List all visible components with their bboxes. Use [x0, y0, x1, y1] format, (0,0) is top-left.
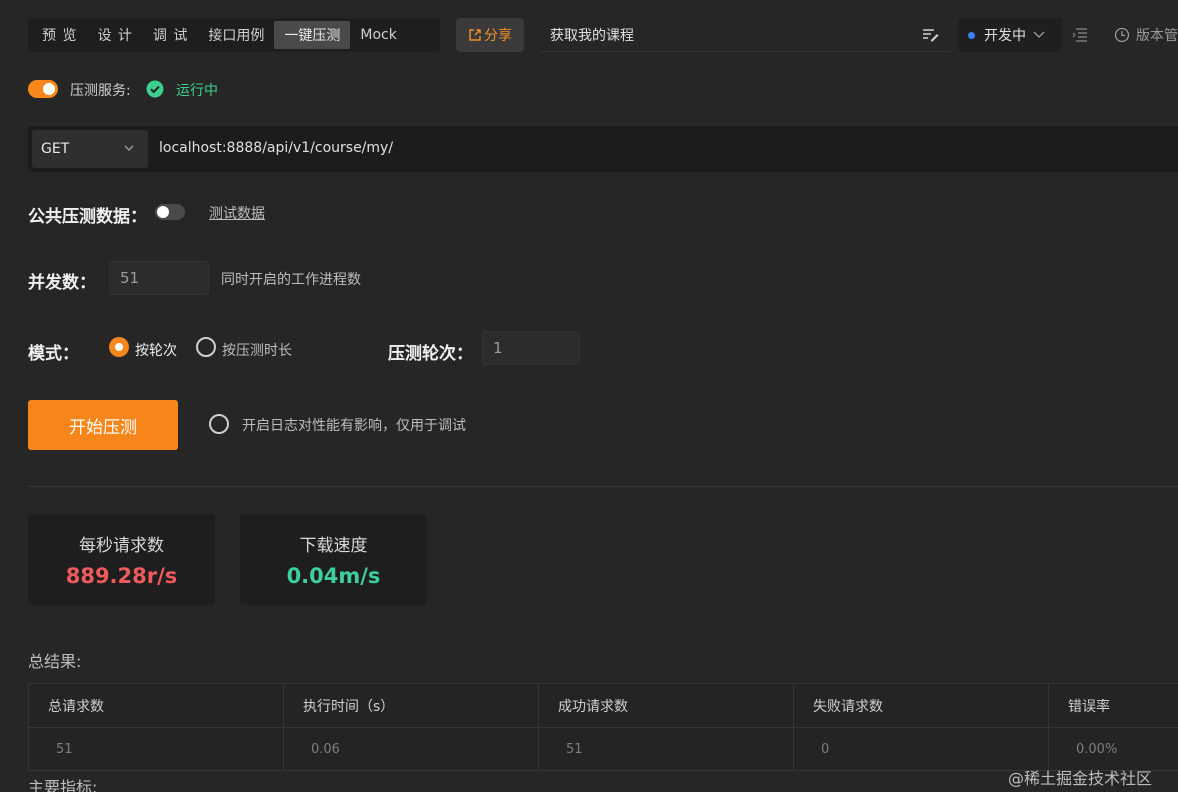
table-cell: 51 [539, 728, 794, 770]
metrics-label: 主要指标: [28, 778, 98, 792]
edit-icon[interactable] [922, 27, 940, 43]
api-title: 获取我的课程 [550, 27, 634, 44]
column-header: 错误率 [1068, 698, 1110, 715]
download-speed-title: 下载速度 [299, 536, 368, 556]
mode-by-rounds-label[interactable]: 按轮次 [135, 340, 177, 360]
service-label: 压测服务: [70, 83, 131, 99]
results-label: 总结果: [28, 652, 82, 671]
mode-by-duration-label[interactable]: 按压测时长 [222, 340, 292, 360]
download-speed-card: 下载速度 0.04m/s [240, 514, 427, 605]
version-management[interactable]: 版本管 [1114, 18, 1178, 52]
mode-by-duration-radio[interactable] [196, 337, 216, 357]
rounds-label: 压测轮次： [388, 344, 473, 364]
column-header: 失败请求数 [794, 684, 1049, 727]
column-header: 总请求数 [29, 684, 284, 727]
table-cell: 0.00% [1076, 741, 1118, 757]
rounds-input[interactable]: 1 [482, 331, 580, 365]
api-title-field[interactable]: 获取我的课程 [540, 18, 950, 52]
tab-test-cases[interactable]: 接口用例 [198, 21, 274, 49]
rps-value: 889.28r/s [65, 564, 178, 588]
download-speed-value: 0.04m/s [286, 564, 381, 588]
public-data-toggle[interactable] [155, 204, 185, 220]
version-label: 版本管 [1136, 28, 1178, 44]
method-select[interactable]: GET [32, 130, 148, 168]
tab-mock[interactable]: Mock [350, 21, 406, 49]
concurrency-label: 并发数： [28, 273, 96, 293]
service-status: 运行中 [176, 83, 218, 99]
test-data-link[interactable]: 测试数据 [209, 203, 265, 223]
tab-preview[interactable]: 预 览 [32, 21, 87, 49]
tab-design[interactable]: 设 计 [87, 21, 142, 49]
concurrency-hint: 同时开启的工作进程数 [221, 272, 361, 288]
tab-load-test[interactable]: 一键压测 [274, 21, 351, 49]
chevron-down-icon [1033, 31, 1045, 38]
enable-log-label[interactable]: 开启日志对性能有影响，仅用于调试 [242, 415, 466, 435]
tab-bar: 预 览 设 计 调 试 接口用例 一键压测 Mock [28, 18, 440, 52]
table-cell: 51 [29, 728, 284, 770]
share-button[interactable]: 分享 [456, 18, 524, 52]
service-toggle[interactable] [28, 80, 58, 98]
public-data-label: 公共压测数据： [28, 207, 147, 227]
table-header-row: 总请求数 执行时间（s） 成功请求数 失败请求数 错误率 [29, 684, 1178, 728]
tab-debug[interactable]: 调 试 [143, 21, 198, 49]
watermark: @稀土掘金技术社区 [1008, 769, 1153, 788]
url-input[interactable]: localhost:8888/api/v1/course/my/ [159, 140, 393, 156]
chevron-down-icon [124, 145, 134, 151]
env-label: 开发中 [984, 28, 1026, 44]
table-row: 51 0.06 51 0 0.00% [29, 728, 1178, 770]
results-table: 总请求数 执行时间（s） 成功请求数 失败请求数 错误率 51 0.06 51 … [28, 683, 1178, 771]
table-cell: 0 [794, 728, 1049, 770]
environment-select[interactable]: 开发中 [958, 18, 1062, 52]
check-circle-icon [146, 80, 164, 98]
rps-card: 每秒请求数 889.28r/s [28, 514, 215, 605]
divider [28, 486, 1178, 487]
column-header: 成功请求数 [539, 684, 794, 727]
enable-log-radio[interactable] [209, 414, 229, 434]
share-icon [469, 29, 481, 41]
list-settings-icon[interactable] [1072, 28, 1088, 42]
mode-label: 模式： [28, 344, 79, 364]
env-status-dot [968, 31, 975, 39]
table-cell: 0.06 [284, 728, 539, 770]
mode-by-rounds-radio[interactable] [109, 337, 129, 357]
concurrency-input[interactable]: 51 [109, 261, 209, 295]
column-header: 执行时间（s） [284, 684, 539, 727]
share-label: 分享 [484, 28, 512, 44]
clock-icon [1114, 27, 1130, 43]
method-label: GET [41, 141, 70, 157]
start-load-test-button[interactable]: 开始压测 [28, 400, 178, 450]
rps-title: 每秒请求数 [79, 536, 164, 556]
